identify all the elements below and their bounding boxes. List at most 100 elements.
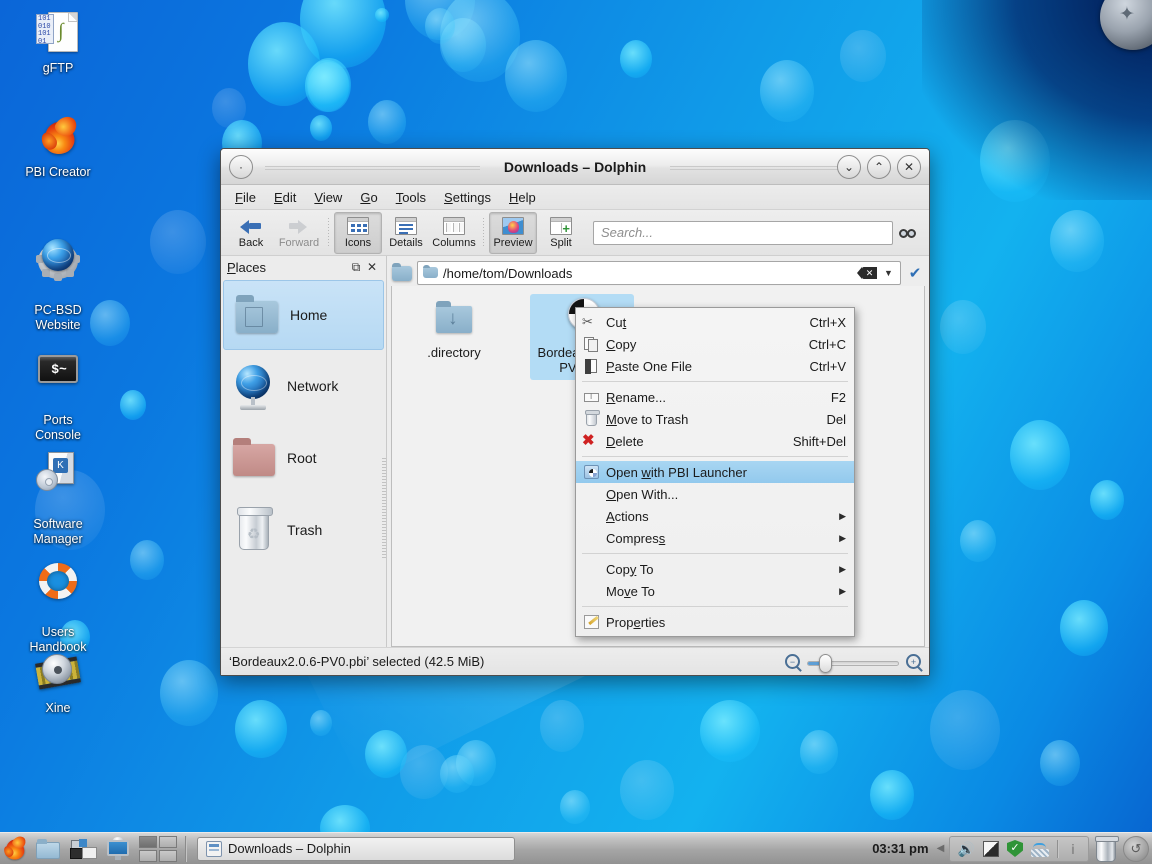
tray-expand-icon[interactable]: ◀ [937, 843, 949, 854]
context-item-paste[interactable]: Paste One File Ctrl+V [576, 355, 854, 377]
context-item-accel: Shift+Del [792, 433, 846, 449]
shade-button[interactable]: ⌄ [837, 155, 861, 179]
desktop-icon-pcbsd-website[interactable]: PC-BSD Website [6, 220, 110, 348]
context-item-accel: Ctrl+V [809, 358, 846, 374]
menu-settings[interactable]: Settings [436, 187, 499, 208]
location-path-text: /home/tom/Downloads [443, 265, 573, 281]
binoculars-icon[interactable] [899, 223, 921, 243]
applications-icon[interactable] [70, 835, 100, 863]
taskbar-trash-icon[interactable] [1093, 835, 1119, 863]
context-item-label: Properties [606, 614, 666, 630]
split-button[interactable]: + Split [537, 212, 585, 254]
context-item-open-with-pbi-launcher[interactable]: Open with PBI Launcher [576, 461, 854, 483]
security-shield-icon[interactable] [1007, 840, 1023, 857]
context-item-properties[interactable]: Properties [576, 611, 854, 633]
show-desktop-button[interactable]: ↺ [1123, 835, 1149, 862]
context-separator [582, 606, 848, 607]
context-item-accel: F2 [830, 389, 846, 405]
context-item-accel: Del [826, 411, 846, 427]
context-item-open-with[interactable]: Open With... [576, 483, 854, 505]
desktop-toolbox-icon[interactable]: ✦ [1100, 0, 1152, 50]
view-details-button[interactable]: Details [382, 212, 430, 254]
network-globe-icon [229, 363, 279, 410]
places-list: Home Network Root ♻ Trash [221, 278, 386, 647]
zoom-in-icon[interactable]: + [906, 654, 921, 669]
places-title: Places [227, 259, 267, 275]
pager-page-1[interactable] [139, 835, 157, 848]
preview-icon [502, 216, 524, 235]
clear-location-icon[interactable]: ✕ [857, 267, 877, 279]
preview-button[interactable]: Preview [489, 211, 537, 254]
zoom-controls[interactable]: − + [785, 653, 921, 673]
zoom-slider-handle[interactable] [819, 653, 832, 673]
places-panel[interactable]: Places ⧉ ✕ Home Network Root ♻ Trash [221, 256, 387, 647]
menu-help[interactable]: Help [501, 187, 544, 208]
menu-file[interactable]: File [227, 187, 264, 208]
context-item-delete[interactable]: ✖ Delete Shift+Del [576, 430, 854, 452]
toolbar[interactable]: Back Forward Icons Details Columns Previ… [221, 210, 929, 256]
context-item-copy-to[interactable]: Copy To ▶ [576, 558, 854, 580]
info-icon[interactable]: i [1066, 841, 1080, 857]
menubar[interactable]: File Edit View Go Tools Settings Help [221, 185, 929, 210]
context-item-move-to[interactable]: Move To ▶ [576, 580, 854, 602]
location-folder-icon[interactable] [391, 262, 413, 283]
flame-icon [34, 112, 82, 160]
places-item-network[interactable]: Network [221, 350, 386, 422]
maximize-button[interactable]: ⌃ [867, 155, 891, 179]
places-item-home[interactable]: Home [223, 280, 384, 350]
context-item-move-to-trash[interactable]: Move to Trash Del [576, 408, 854, 430]
window-titlebar[interactable]: · Downloads – Dolphin ⌄ ⌃ ✕ [221, 149, 929, 185]
location-input[interactable]: /home/tom/Downloads ✕ ▼ [417, 261, 901, 285]
file-context-menu[interactable]: ✂ Cut Ctrl+X Copy Ctrl+C Paste One File … [575, 307, 855, 637]
menu-view[interactable]: View [306, 187, 350, 208]
forward-button[interactable]: Forward [275, 212, 323, 254]
menu-edit[interactable]: Edit [266, 187, 304, 208]
task-button-dolphin[interactable]: Downloads – Dolphin [197, 836, 515, 861]
network-status-icon[interactable] [1031, 841, 1049, 857]
confirm-location-icon[interactable]: ✔ [905, 264, 925, 282]
undock-icon[interactable]: ⧉ [348, 259, 364, 275]
display-icon[interactable] [983, 840, 999, 857]
desktop-icon-pbi-creator[interactable]: PBI Creator [6, 112, 110, 180]
pager-page-3[interactable] [139, 849, 157, 862]
context-item-copy[interactable]: Copy Ctrl+C [576, 333, 854, 355]
pager-page-2[interactable] [159, 835, 177, 848]
close-icon[interactable]: ✕ [364, 259, 380, 275]
places-item-label: Network [287, 378, 339, 394]
statusbar: ‘Bordeaux2.0.6-PV0.pbi’ selected (42.5 M… [221, 647, 929, 675]
file-item-directory[interactable]: ↓ .directory [402, 294, 506, 365]
view-details-label: Details [389, 236, 423, 249]
file-manager-icon[interactable] [36, 835, 66, 863]
desktop-icon-gftp[interactable]: 101 010 101 01 ∫ gFTP [6, 8, 110, 76]
system-tray[interactable]: 🔊 i [948, 835, 1089, 862]
context-item-compress[interactable]: Compress ▶ [576, 527, 854, 549]
context-item-rename[interactable]: Rename... F2 [576, 386, 854, 408]
menu-tools[interactable]: Tools [388, 187, 434, 208]
places-item-trash[interactable]: ♻ Trash [221, 494, 386, 566]
context-item-label: Rename... [606, 389, 666, 405]
kmenu-flame-icon[interactable] [2, 833, 32, 863]
desktop[interactable]: ✦ 101 010 101 01 ∫ gFTP PBI Creator PC-B… [0, 0, 1152, 864]
context-item-actions[interactable]: Actions ▶ [576, 505, 854, 527]
pager-page-4[interactable] [159, 849, 177, 862]
pager[interactable] [139, 835, 177, 862]
rename-icon [582, 389, 602, 405]
close-button[interactable]: ✕ [897, 155, 921, 179]
view-icons-button[interactable]: Icons [334, 211, 382, 254]
taskbar[interactable]: Downloads – Dolphin 03:31 pm ◀ 🔊 i ↺ [0, 832, 1152, 864]
clock[interactable]: 03:31 pm [872, 841, 928, 856]
zoom-out-icon[interactable]: − [785, 654, 800, 669]
desktop-icon-xine[interactable]: Xine [6, 648, 110, 716]
context-item-cut[interactable]: ✂ Cut Ctrl+X [576, 311, 854, 333]
back-button[interactable]: Back [227, 212, 275, 254]
menu-go[interactable]: Go [352, 187, 385, 208]
search-input[interactable]: Search... [593, 220, 893, 245]
chevron-down-icon[interactable]: ▼ [882, 268, 895, 278]
places-item-root[interactable]: Root [221, 422, 386, 494]
url-navigation-bar[interactable]: /home/tom/Downloads ✕ ▼ ✔ [391, 260, 925, 286]
zoom-slider[interactable] [807, 653, 899, 673]
view-columns-button[interactable]: Columns [430, 212, 478, 254]
places-splitter-handle[interactable] [382, 458, 386, 558]
network-monitor-icon[interactable] [104, 835, 134, 863]
volume-icon[interactable]: 🔊 [958, 841, 975, 857]
